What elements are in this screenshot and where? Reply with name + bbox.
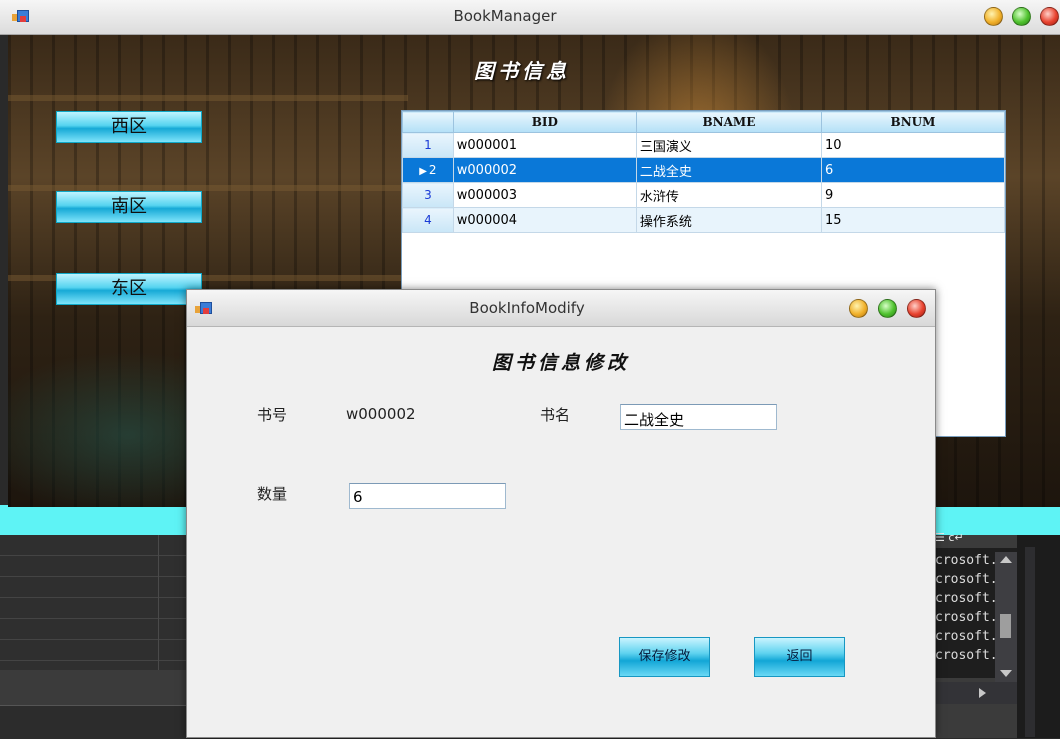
table-row[interactable]: 1 w000001 三国演义 10 [402, 132, 1006, 158]
output-line: crosoft. [935, 629, 998, 644]
column-header-bid[interactable]: BID [452, 111, 637, 133]
quantity-label: 数量 [257, 485, 288, 503]
row-pointer-icon: ▶ [419, 166, 427, 177]
table-row[interactable]: 3 w000003 水浒传 9 [402, 182, 1006, 208]
cell-bname[interactable]: 三国演义 [635, 132, 822, 158]
cell-bid[interactable]: w000002 [452, 157, 637, 183]
quantity-field[interactable]: 6 [349, 483, 506, 509]
output-line: crosoft. [935, 591, 998, 606]
row-header[interactable]: 4 [402, 207, 454, 233]
book-name-label: 书名 [540, 406, 571, 424]
cell-bnum[interactable]: 15 [820, 207, 1006, 233]
ide-status-area [0, 705, 186, 739]
save-button[interactable]: 保存修改 [619, 637, 710, 677]
minimize-icon[interactable] [984, 7, 1003, 26]
output-line: crosoft. [935, 572, 998, 587]
maximize-icon[interactable] [1012, 7, 1031, 26]
cell-bid[interactable]: w000001 [452, 132, 637, 158]
banner-title: 图书信息 [474, 59, 570, 83]
cell-bnum[interactable]: 6 [820, 157, 1006, 183]
book-id-label: 书号 [257, 406, 288, 424]
zone-east-button[interactable]: 东区 [56, 273, 202, 305]
main-titlebar[interactable]: BookManager [0, 0, 1060, 35]
scroll-right-icon[interactable] [979, 688, 986, 698]
cell-bid[interactable]: w000003 [452, 182, 637, 208]
scroll-thumb[interactable] [1000, 614, 1011, 638]
row-number: 2 [428, 163, 437, 177]
close-icon[interactable] [1040, 7, 1059, 26]
book-modify-dialog: BookInfoModify 图书信息修改 书号 w000002 书名 二战全史… [186, 289, 936, 738]
ide-vertical-scrollbar[interactable] [995, 552, 1017, 682]
ide-horizontal-scrollbar[interactable] [935, 682, 1017, 704]
zone-south-button[interactable]: 南区 [56, 191, 202, 223]
output-line: crosoft. [935, 553, 998, 568]
book-id-value: w000002 [346, 405, 416, 423]
grid-header-row: BID BNAME BNUM [402, 111, 1006, 133]
grid-corner[interactable] [402, 111, 454, 133]
dialog-title: BookInfoModify [469, 299, 585, 317]
scroll-down-icon[interactable] [1000, 670, 1012, 677]
zone-west-button[interactable]: 西区 [56, 111, 202, 143]
cell-bnum[interactable]: 10 [820, 132, 1006, 158]
minimize-icon[interactable] [849, 299, 868, 318]
column-header-bname[interactable]: BNAME [635, 111, 822, 133]
column-header-bnum[interactable]: BNUM [820, 111, 1006, 133]
close-icon[interactable] [907, 299, 926, 318]
ide-side-strip [1017, 535, 1060, 738]
cell-bid[interactable]: w000004 [452, 207, 637, 233]
row-header[interactable]: 3 [402, 182, 454, 208]
cell-bname[interactable]: 二战全史 [635, 157, 822, 183]
back-button[interactable]: 返回 [754, 637, 845, 677]
dialog-titlebar[interactable]: BookInfoModify [187, 290, 935, 327]
ide-properties-grid [0, 535, 186, 670]
output-line: crosoft. [935, 648, 998, 663]
cell-bname[interactable]: 水浒传 [635, 182, 822, 208]
window-title: BookManager [453, 7, 557, 25]
output-line: crosoft. [935, 610, 998, 625]
cell-bnum[interactable]: 9 [820, 182, 1006, 208]
dialog-heading: 图书信息修改 [491, 352, 630, 374]
row-header[interactable]: 1 [402, 132, 454, 158]
table-row[interactable]: 4 w000004 操作系统 15 [402, 207, 1006, 233]
book-name-field[interactable]: 二战全史 [620, 404, 777, 430]
cell-bname[interactable]: 操作系统 [635, 207, 822, 233]
maximize-icon[interactable] [878, 299, 897, 318]
row-header[interactable]: ▶ 2 [402, 157, 454, 183]
table-row-selected[interactable]: ▶ 2 w000002 二战全史 6 [402, 157, 1006, 183]
scroll-up-icon[interactable] [1000, 556, 1012, 563]
ide-toolbar-icons: ☰ c↵ [935, 531, 964, 544]
